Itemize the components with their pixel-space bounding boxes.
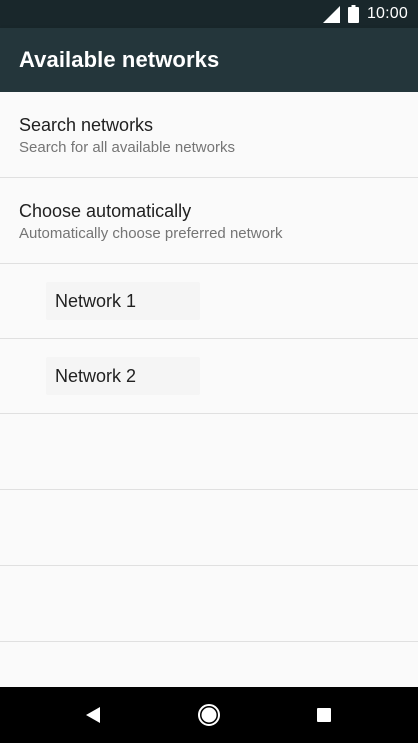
empty-list-row [0,566,418,642]
search-networks-item[interactable]: Search networks Search for all available… [0,92,418,178]
network-item-1[interactable]: Network 1 [0,264,418,339]
empty-list-row [0,490,418,566]
battery-icon [347,5,359,23]
status-time: 10:00 [366,5,408,22]
network-label: Network 2 [46,357,200,395]
search-networks-title: Search networks [19,115,154,135]
choose-automatically-item[interactable]: Choose automatically Automatically choos… [0,178,418,264]
signal-icon [322,5,340,23]
navigation-bar [0,687,418,743]
home-icon [197,703,221,727]
back-icon [85,706,101,724]
home-button[interactable] [195,701,223,729]
recents-icon [316,707,332,723]
network-item-2[interactable]: Network 2 [0,339,418,414]
search-networks-summary: Search for all available networks [19,139,235,156]
recents-button[interactable] [310,701,338,729]
choose-automatically-title: Choose automatically [19,201,192,221]
app-bar: Available networks [0,28,418,92]
status-bar: 10:00 [0,0,418,28]
back-button[interactable] [79,701,107,729]
page-title: Available networks [19,47,220,72]
network-settings-list: Search networks Search for all available… [0,92,418,687]
empty-list-row [0,414,418,490]
network-label: Network 1 [46,282,200,320]
choose-automatically-summary: Automatically choose preferred network [19,225,283,242]
